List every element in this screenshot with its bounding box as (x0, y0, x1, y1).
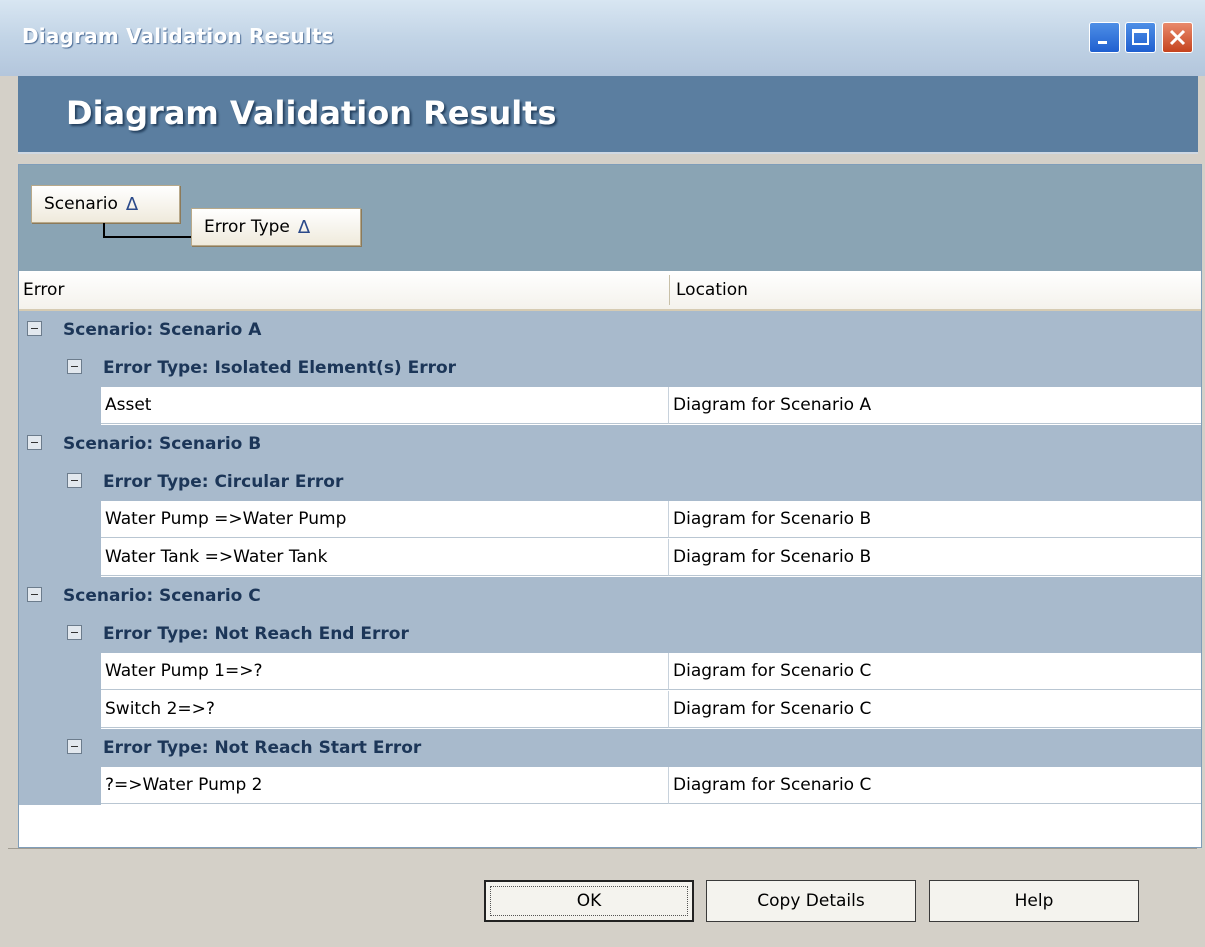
column-header-row: Error Location (19, 271, 1201, 311)
close-button[interactable] (1162, 22, 1193, 53)
error-cell: Switch 2=>? (101, 691, 669, 728)
table-row[interactable]: Water Pump 1=>? Diagram for Scenario C (19, 653, 1201, 691)
row-indent (19, 539, 101, 577)
location-cell: Diagram for Scenario C (669, 691, 1201, 728)
subgroup-label: Error Type: Circular Error (103, 472, 344, 492)
row-indent (19, 767, 101, 805)
error-cell: Water Pump 1=>? (101, 653, 669, 690)
sort-ascending-icon: Δ (125, 193, 139, 215)
location-cell: Diagram for Scenario C (669, 767, 1201, 804)
close-icon (1169, 29, 1186, 46)
group-label: Scenario: Scenario C (63, 586, 261, 606)
subgroup-label: Error Type: Isolated Element(s) Error (103, 358, 457, 378)
subgroup-label: Error Type: Not Reach Start Error (103, 738, 422, 758)
collapse-icon[interactable] (67, 625, 82, 640)
maximize-button[interactable] (1125, 22, 1156, 53)
column-header-error[interactable]: Error (23, 271, 64, 309)
ok-button[interactable]: OK (484, 880, 694, 922)
sort-ascending-icon: Δ (297, 216, 311, 238)
footer-divider (8, 848, 1197, 849)
location-cell: Diagram for Scenario C (669, 653, 1201, 690)
collapse-icon[interactable] (67, 473, 82, 488)
column-header-location[interactable]: Location (676, 271, 748, 309)
table-row[interactable]: Asset Diagram for Scenario A (19, 387, 1201, 425)
error-cell: Asset (101, 387, 669, 424)
maximize-icon (1132, 29, 1149, 45)
collapse-icon[interactable] (27, 587, 42, 602)
group-label: Scenario: Scenario A (63, 320, 262, 340)
minimize-icon (1098, 41, 1107, 44)
collapse-icon[interactable] (27, 321, 42, 336)
table-row[interactable]: ?=>Water Pump 2 Diagram for Scenario C (19, 767, 1201, 805)
row-indent (19, 387, 101, 425)
page-title: Diagram Validation Results (66, 94, 557, 132)
window-title: Diagram Validation Results (22, 24, 334, 48)
row-indent (19, 691, 101, 729)
minimize-button[interactable] (1089, 22, 1120, 53)
error-cell: ?=>Water Pump 2 (101, 767, 669, 804)
subgroup-row[interactable]: Error Type: Not Reach Start Error (19, 729, 1201, 767)
group-chip-scenario[interactable]: Scenario Δ (31, 185, 180, 223)
row-indent (19, 653, 101, 691)
results-grid: Scenario Δ Error Type Δ Error Location S… (18, 164, 1202, 848)
group-by-area: Scenario Δ Error Type Δ (19, 165, 1201, 271)
collapse-icon[interactable] (27, 435, 42, 450)
window-titlebar[interactable]: Diagram Validation Results (0, 0, 1205, 76)
copy-details-button[interactable]: Copy Details (706, 880, 916, 922)
group-connector (103, 223, 193, 238)
collapse-icon[interactable] (67, 359, 82, 374)
group-row[interactable]: Scenario: Scenario A (19, 311, 1201, 349)
row-indent (19, 501, 101, 539)
table-row[interactable]: Water Pump =>Water Pump Diagram for Scen… (19, 501, 1201, 539)
group-chip-label: Error Type (204, 217, 290, 237)
subgroup-row[interactable]: Error Type: Not Reach End Error (19, 615, 1201, 653)
help-button[interactable]: Help (929, 880, 1139, 922)
column-divider[interactable] (669, 275, 670, 305)
table-row[interactable]: Water Tank =>Water Tank Diagram for Scen… (19, 539, 1201, 577)
group-label: Scenario: Scenario B (63, 434, 262, 454)
collapse-icon[interactable] (67, 739, 82, 754)
group-row[interactable]: Scenario: Scenario B (19, 425, 1201, 463)
group-chip-label: Scenario (44, 194, 118, 214)
group-row[interactable]: Scenario: Scenario C (19, 577, 1201, 615)
error-cell: Water Tank =>Water Tank (101, 539, 669, 576)
subgroup-row[interactable]: Error Type: Circular Error (19, 463, 1201, 501)
location-cell: Diagram for Scenario B (669, 501, 1201, 538)
error-cell: Water Pump =>Water Pump (101, 501, 669, 538)
location-cell: Diagram for Scenario B (669, 539, 1201, 576)
location-cell: Diagram for Scenario A (669, 387, 1201, 424)
subgroup-row[interactable]: Error Type: Isolated Element(s) Error (19, 349, 1201, 387)
group-chip-error-type[interactable]: Error Type Δ (191, 208, 361, 246)
subgroup-label: Error Type: Not Reach End Error (103, 624, 409, 644)
table-row[interactable]: Switch 2=>? Diagram for Scenario C (19, 691, 1201, 729)
